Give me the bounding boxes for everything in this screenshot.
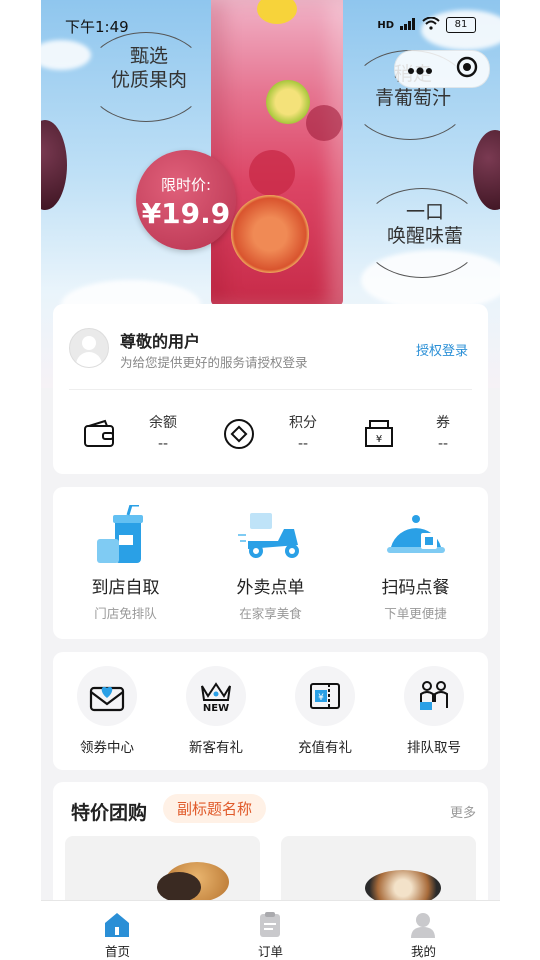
- queue-people-icon: [404, 666, 464, 726]
- avatar[interactable]: [69, 328, 109, 368]
- heart-envelope-icon: [77, 666, 137, 726]
- status-time: 下午1:49: [65, 18, 129, 36]
- asset-balance[interactable]: 余额 --: [63, 404, 198, 464]
- service-subtitle: 下单更便捷: [384, 606, 447, 621]
- asset-label: 积分: [289, 415, 317, 431]
- wifi-icon: [422, 16, 440, 34]
- service-card: 到店自取 门店免排队 外卖点单 在家享美食 扫码点餐 下单更便捷: [53, 487, 488, 639]
- miniprogram-capsule[interactable]: [394, 50, 490, 88]
- banner-tagline-right-bottom: 一口 唤醒味蕾: [361, 188, 483, 278]
- login-hint: 为给您提供更好的服务请授权登录: [120, 355, 308, 370]
- service-delivery[interactable]: 外卖点单 在家享美食: [198, 487, 343, 639]
- user-card: 尊敬的用户 为给您提供更好的服务请授权登录 授权登录 余额 -- 积分 -- ¥…: [53, 304, 488, 474]
- quick-queue[interactable]: 排队取号: [380, 652, 488, 770]
- asset-label: 余额: [149, 415, 177, 431]
- asset-value: --: [297, 436, 309, 452]
- asset-coupons[interactable]: ¥ 券 --: [343, 404, 478, 464]
- status-bar: 下午1:49 HD 81: [41, 0, 500, 44]
- home-icon: [103, 911, 131, 939]
- price-label: 限时价:: [160, 176, 212, 194]
- service-title: 扫码点餐: [381, 578, 450, 598]
- new-badge: NEW: [203, 703, 229, 714]
- asset-label: 券: [436, 415, 450, 431]
- tab-orders[interactable]: 订单: [194, 901, 347, 960]
- divider: [69, 389, 472, 390]
- section-title: 特价团购: [71, 802, 148, 824]
- coupon-icon: ¥: [363, 418, 395, 450]
- more-dots-icon[interactable]: [407, 60, 433, 79]
- signal-icon: [400, 16, 416, 34]
- price-badge: 限时价: ¥19.9: [136, 150, 236, 250]
- authorize-login-link[interactable]: 授权登录: [416, 340, 468, 359]
- new-crown-icon: NEW: [186, 666, 246, 726]
- quick-label: 新客有礼: [189, 740, 243, 756]
- close-target-icon[interactable]: [456, 56, 478, 82]
- profile-icon: [409, 911, 437, 939]
- delivery-scooter-icon: [238, 505, 304, 567]
- svg-text:¥: ¥: [318, 693, 324, 703]
- asset-value: --: [157, 436, 169, 452]
- price-value: ¥19.9: [141, 197, 231, 230]
- banner-tagline-left: 甄选 优质果肉: [85, 32, 207, 122]
- scan-order-icon: [383, 505, 449, 567]
- cookie-image: [157, 872, 201, 902]
- service-scan-order[interactable]: 扫码点餐 下单更便捷: [343, 487, 488, 639]
- hd-signal-icon: HD: [377, 19, 394, 31]
- service-pickup[interactable]: 到店自取 门店免排队: [53, 487, 198, 639]
- svg-text:¥: ¥: [376, 434, 382, 445]
- tab-label: 首页: [104, 944, 130, 959]
- tab-label: 订单: [257, 944, 283, 959]
- quick-label: 充值有礼: [298, 740, 352, 756]
- tab-home[interactable]: 首页: [41, 901, 194, 960]
- service-title: 外卖点单: [236, 578, 305, 598]
- recharge-ticket-icon: ¥: [295, 666, 355, 726]
- asset-points[interactable]: 积分 --: [203, 404, 338, 464]
- quick-new-customer[interactable]: NEW 新客有礼: [162, 652, 270, 770]
- asset-value: --: [437, 436, 449, 452]
- tab-label: 我的: [410, 944, 436, 959]
- order-icon: [256, 911, 284, 939]
- more-link[interactable]: 更多: [450, 802, 476, 821]
- tab-profile[interactable]: 我的: [347, 901, 500, 960]
- wallet-icon: [83, 418, 115, 450]
- grape-left-decoration: [41, 120, 67, 210]
- battery-icon: 81: [446, 17, 476, 33]
- service-title: 到店自取: [91, 578, 160, 598]
- points-coin-icon: [223, 418, 255, 450]
- user-name: 尊敬的用户: [120, 332, 201, 351]
- service-subtitle: 在家享美食: [239, 606, 302, 621]
- grape-right-decoration: [473, 130, 500, 210]
- quick-recharge[interactable]: ¥ 充值有礼: [271, 652, 379, 770]
- quick-label: 排队取号: [407, 740, 461, 756]
- quick-links-card: 领券中心 NEW 新客有礼 ¥ 充值有礼 排队取号: [53, 652, 488, 770]
- service-subtitle: 门店免排队: [94, 606, 157, 621]
- takeaway-cup-icon: [93, 503, 159, 567]
- section-subtitle-tag: 副标题名称: [163, 794, 267, 823]
- app-screen: 甄选 优质果肉 稍走 青葡萄汁 一口 唤醒味蕾 限时价: ¥19.9 下午1:4…: [41, 0, 500, 960]
- drink-image: [211, 0, 343, 306]
- tab-bar: 首页 订单 我的: [41, 900, 500, 960]
- quick-label: 领券中心: [80, 740, 134, 756]
- quick-coupon-center[interactable]: 领券中心: [53, 652, 161, 770]
